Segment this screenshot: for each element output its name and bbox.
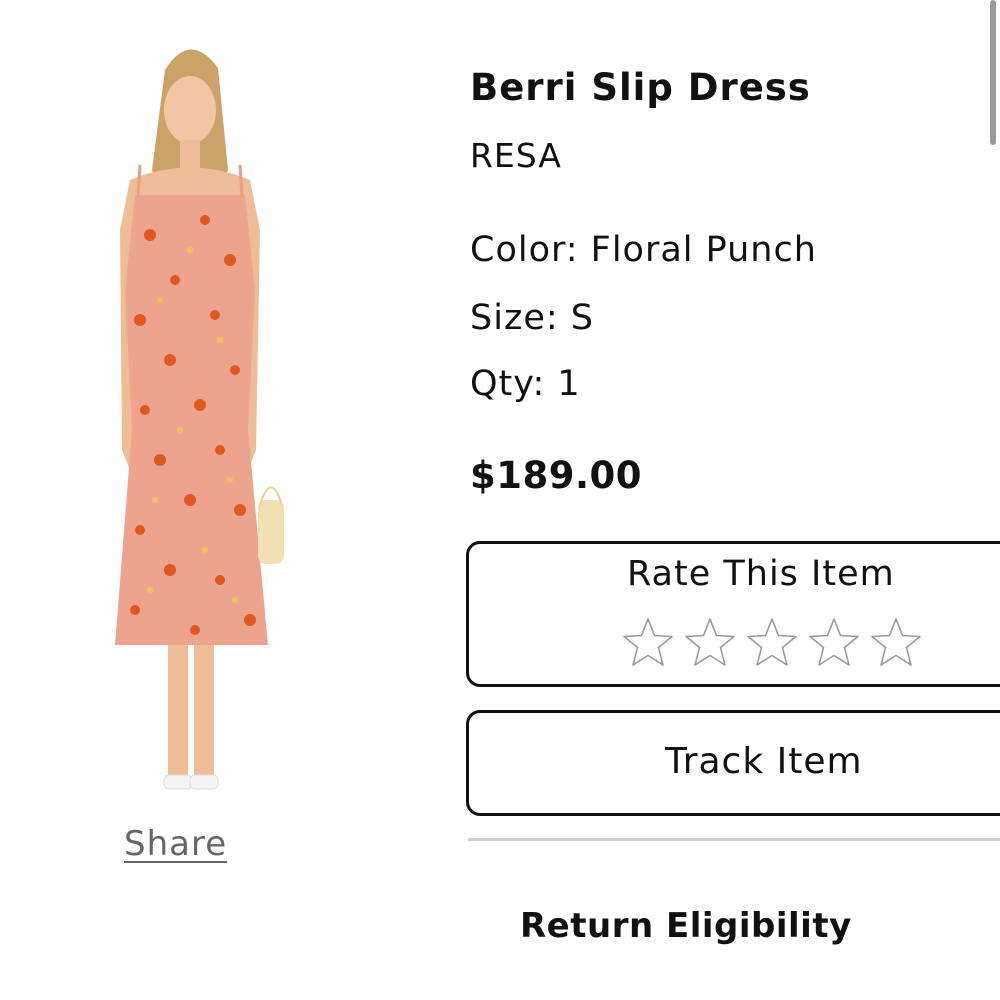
track-item-label: Track Item (665, 741, 863, 782)
product-size: Size: S (470, 298, 594, 338)
star-icon[interactable] (869, 616, 923, 670)
product-title: Berri Slip Dress (470, 66, 811, 109)
track-item-button[interactable]: Track Item (466, 710, 1000, 816)
star-rating (621, 616, 923, 670)
return-eligibility-heading[interactable]: Return Eligibility (520, 906, 852, 946)
rate-item-title: Rate This Item (627, 554, 895, 594)
product-image[interactable] (70, 30, 310, 820)
product-brand: RESA (470, 136, 562, 175)
product-color: Color: Floral Punch (470, 230, 817, 270)
star-icon[interactable] (683, 616, 737, 670)
star-icon[interactable] (807, 616, 861, 670)
product-price: $189.00 (470, 454, 643, 497)
star-icon[interactable] (621, 616, 675, 670)
share-link[interactable]: Share (124, 824, 227, 864)
rate-item-card: Rate This Item (466, 541, 1000, 687)
section-divider (468, 838, 1000, 841)
star-icon[interactable] (745, 616, 799, 670)
scrollbar[interactable] (990, 0, 996, 145)
order-item-detail-page: Share Berri Slip Dress RESA Color: Flora… (0, 0, 1000, 1000)
product-quantity: Qty: 1 (470, 364, 581, 404)
